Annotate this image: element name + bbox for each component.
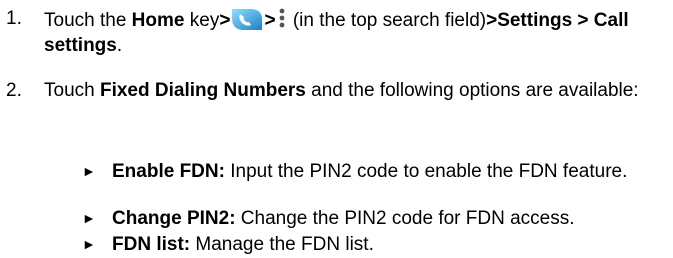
option-fdn-list: ► FDN list: Manage the FDN list. xyxy=(82,232,667,257)
step-text-run: and the following options are available: xyxy=(305,80,639,101)
bullet-arrow-icon: ► xyxy=(82,236,96,252)
step-text-run: key xyxy=(184,10,220,31)
step-2: 2. Touch Fixed Dialing Numbers and the f… xyxy=(6,78,666,103)
step-text: Touch the Home key> > (in the top search… xyxy=(44,6,666,58)
step-number: 1. xyxy=(6,8,22,29)
option-title: FDN list: xyxy=(112,234,191,255)
option-enable-fdn: ► Enable FDN: Input the PIN2 code to ena… xyxy=(82,159,667,184)
option-title: Change PIN2: xyxy=(112,208,236,229)
step-text-run: Touch xyxy=(44,80,100,101)
option-description: Input the PIN2 code to enable the FDN fe… xyxy=(224,161,628,182)
fdn-label: Fixed Dialing Numbers xyxy=(99,80,306,101)
step-number: 2. xyxy=(6,80,22,101)
option-description: Manage the FDN list. xyxy=(190,234,374,255)
bullet-arrow-icon: ► xyxy=(82,163,96,179)
step-text-run: Touch the xyxy=(44,10,132,31)
option-description: Change the PIN2 code for FDN access. xyxy=(235,208,575,229)
step-text-run: . xyxy=(116,35,123,56)
arrow-separator: > xyxy=(219,10,231,31)
option-change-pin2: ► Change PIN2: Change the PIN2 code for … xyxy=(82,206,667,231)
step-text-run: (in the top search field) xyxy=(287,10,487,31)
more-options-icon xyxy=(278,6,286,32)
step-1: 1. Touch the Home key> > (in the top sea… xyxy=(6,6,666,58)
bullet-arrow-icon: ► xyxy=(82,210,96,226)
arrow-separator: > xyxy=(264,10,276,31)
phone-icon xyxy=(230,6,264,32)
option-title: Enable FDN: xyxy=(112,161,225,182)
step-text: Touch Fixed Dialing Numbers and the foll… xyxy=(44,78,666,103)
home-key-label: Home xyxy=(131,10,185,31)
